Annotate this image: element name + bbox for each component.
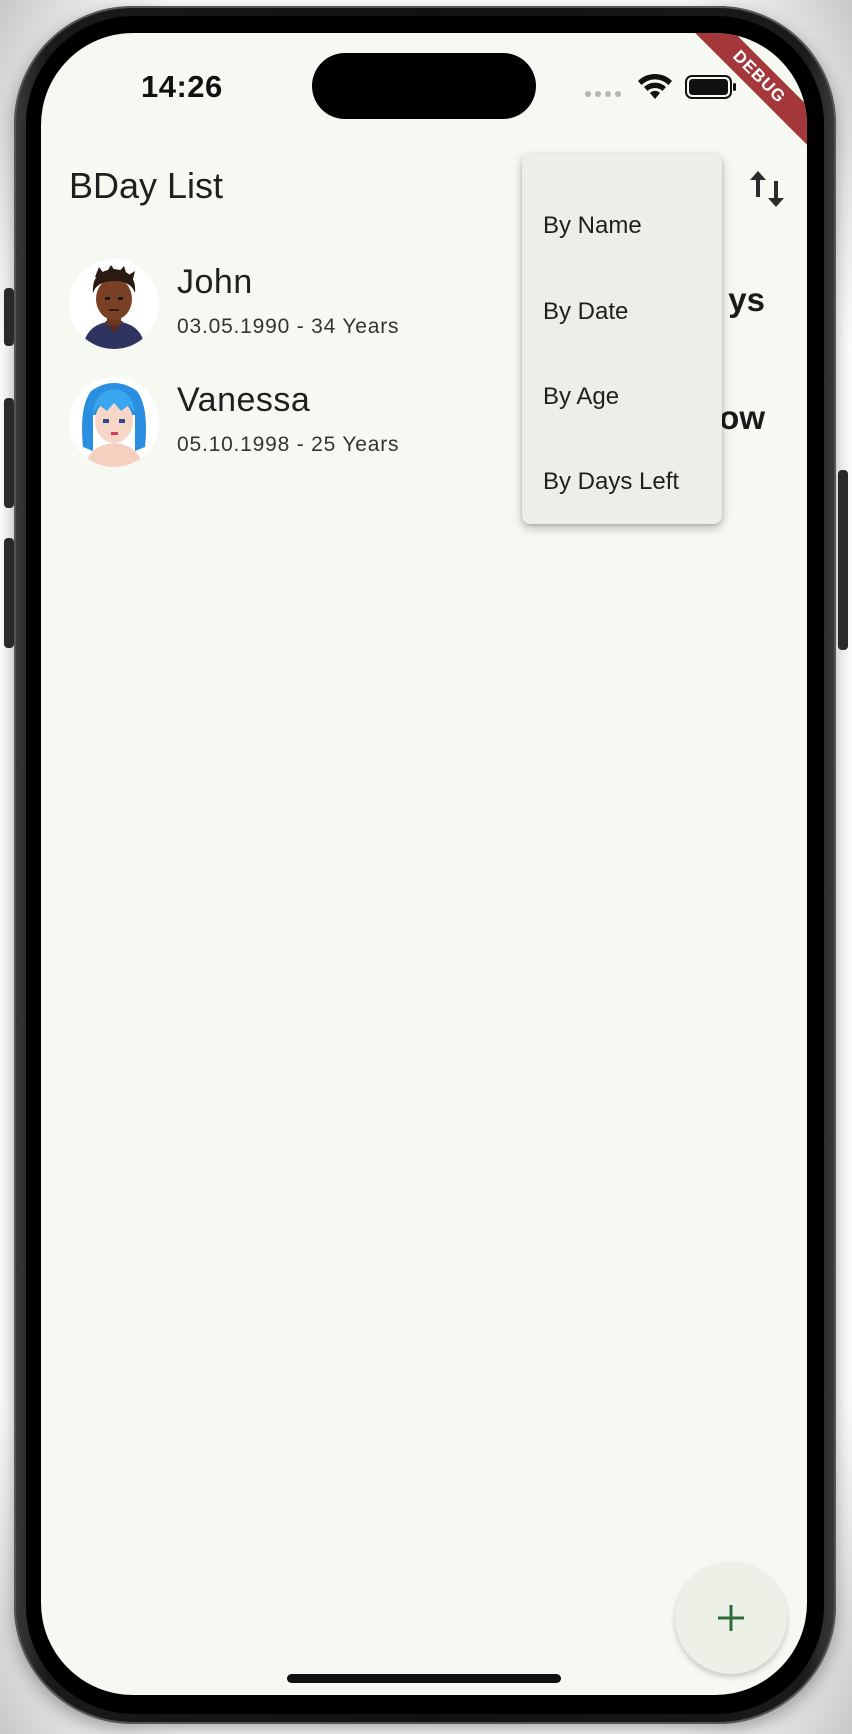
volume-down-button	[4, 538, 14, 648]
sort-button[interactable]	[747, 167, 787, 211]
person-details: 05.10.1998 - 25 Years	[177, 433, 400, 456]
cellular-signal-icon	[585, 91, 621, 97]
menu-item-by-date[interactable]: By Date	[543, 298, 628, 326]
menu-item-by-name[interactable]: By Name	[543, 212, 642, 240]
volume-up-button	[4, 398, 14, 508]
avatar-vanessa-icon	[69, 377, 159, 467]
menu-item-by-age[interactable]: By Age	[543, 383, 619, 411]
avatar	[69, 377, 159, 467]
action-button	[4, 288, 14, 346]
avatar-john-icon	[69, 259, 159, 349]
battery-icon	[685, 75, 736, 99]
person-name: John	[177, 263, 253, 301]
swap-vertical-icon	[750, 171, 784, 207]
wifi-icon	[638, 73, 672, 99]
dynamic-island	[312, 53, 536, 119]
home-indicator	[287, 1674, 561, 1683]
avatar	[69, 259, 159, 349]
plus-icon	[718, 1605, 744, 1631]
device-screenshot: 14:26 DEBUG BDay List John 03.05.1990 - …	[0, 0, 852, 1734]
status-time: 14:26	[141, 69, 223, 104]
add-birthday-button[interactable]	[675, 1562, 787, 1674]
menu-item-by-days-left[interactable]: By Days Left	[543, 468, 679, 496]
power-button	[838, 470, 848, 650]
app-screen: 14:26 DEBUG BDay List John 03.05.1990 - …	[41, 33, 807, 1695]
days-left-label: ys	[728, 281, 765, 318]
days-left-label: ow	[719, 399, 765, 436]
person-name: Vanessa	[177, 381, 311, 419]
page-title: BDay List	[69, 165, 224, 206]
sort-menu: By Name By Date By Age By Days Left	[522, 154, 722, 524]
person-details: 03.05.1990 - 34 Years	[177, 315, 400, 338]
